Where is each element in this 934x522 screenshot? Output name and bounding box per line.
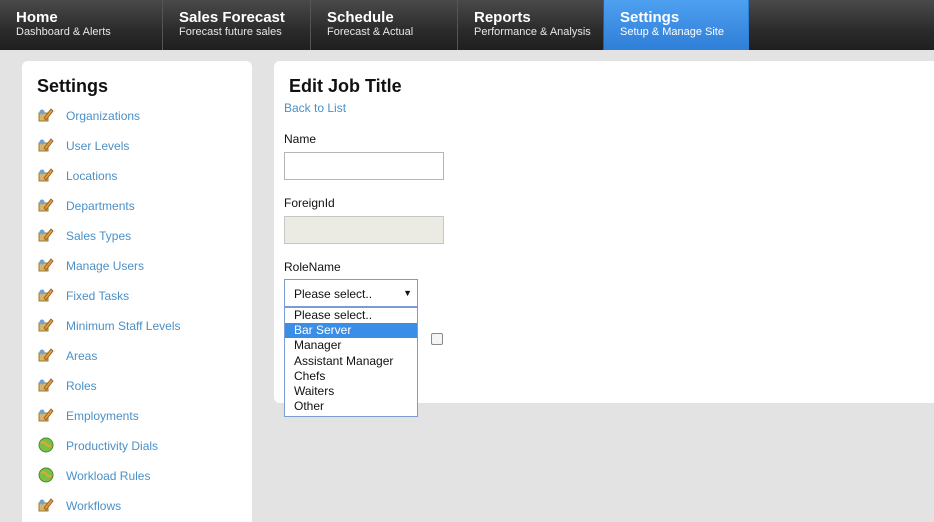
pencil-edit-icon — [38, 377, 56, 395]
pencil-edit-icon — [38, 287, 56, 305]
role-option[interactable]: Manager — [285, 338, 417, 353]
globe-icon — [38, 467, 56, 485]
sidebar-item-label: Sales Types — [66, 229, 132, 243]
role-option[interactable]: Other — [285, 399, 417, 414]
role-option[interactable]: Assistant Manager — [285, 354, 417, 369]
sidebar-item[interactable]: Productivity Dials — [38, 437, 238, 457]
sidebar-item[interactable]: Areas — [38, 347, 238, 367]
tab-reports-title: Reports — [474, 9, 531, 26]
sidebar-item-label: Employments — [66, 409, 139, 423]
tab-reports[interactable]: Reports Performance & Analysis — [458, 0, 604, 50]
top-nav: Home Dashboard & Alerts Sales Forecast F… — [0, 0, 934, 50]
pencil-edit-icon — [38, 347, 56, 365]
sidebar-item[interactable]: User Levels — [38, 137, 238, 157]
sidebar-item[interactable]: Sales Types — [38, 227, 238, 247]
sidebar-item[interactable]: Workload Rules — [38, 467, 238, 487]
sidebar-item-label: Departments — [66, 199, 135, 213]
role-option[interactable]: Chefs — [285, 369, 417, 384]
sidebar-item-label: Organizations — [66, 109, 141, 123]
pencil-edit-icon — [38, 227, 56, 245]
globe-icon — [38, 437, 56, 455]
pencil-edit-icon — [38, 407, 56, 425]
pencil-edit-icon — [38, 137, 56, 155]
sidebar-item[interactable]: Manage Users — [38, 257, 238, 277]
pencil-edit-icon — [38, 257, 56, 275]
pencil-edit-icon — [38, 107, 56, 125]
tab-sales-forecast[interactable]: Sales Forecast Forecast future sales — [163, 0, 311, 50]
back-to-list-link[interactable]: Back to List — [284, 101, 346, 115]
role-option[interactable]: Please select.. — [285, 308, 417, 323]
sidebar-item[interactable]: Locations — [38, 167, 238, 187]
sidebar-item-label: Minimum Staff Levels — [66, 319, 181, 333]
sidebar-item[interactable]: Fixed Tasks — [38, 287, 238, 307]
tab-home[interactable]: Home Dashboard & Alerts — [0, 0, 163, 50]
sidebar-item-label: Workflows — [66, 499, 122, 513]
sidebar-item-label: Fixed Tasks — [66, 289, 130, 303]
sidebar-item[interactable]: Organizations — [38, 107, 238, 127]
tab-sales-forecast-title: Sales Forecast — [179, 9, 285, 26]
role-option[interactable]: Waiters — [285, 384, 417, 399]
sidebar-item-label: Areas — [66, 349, 98, 363]
sidebar-item-label: Roles — [66, 379, 97, 393]
tab-schedule-title: Schedule — [327, 9, 394, 26]
sidebar-title: Settings — [37, 76, 109, 96]
pencil-edit-icon — [38, 197, 56, 215]
role-option[interactable]: Bar Server — [285, 323, 417, 339]
pencil-edit-icon — [38, 317, 56, 335]
tab-home-subtitle: Dashboard & Alerts — [16, 26, 111, 38]
sidebar-item[interactable]: Employments — [38, 407, 238, 427]
tab-schedule-subtitle: Forecast & Actual — [327, 26, 414, 38]
tab-settings-title: Settings — [620, 9, 680, 26]
foreignid-input — [284, 216, 444, 244]
sidebar-item-label: Locations — [66, 169, 118, 183]
tab-settings-subtitle: Setup & Manage Site — [620, 26, 724, 38]
tab-schedule[interactable]: Schedule Forecast & Actual — [311, 0, 458, 50]
sidebar-item-label: Productivity Dials — [66, 439, 159, 453]
sidebar-item[interactable]: Roles — [38, 377, 238, 397]
sidebar-item-label: User Levels — [66, 139, 130, 153]
sidebar-item-label: Manage Users — [66, 259, 145, 273]
tab-reports-subtitle: Performance & Analysis — [474, 26, 591, 38]
dropdown-arrow-icon: ▼ — [403, 288, 412, 298]
pencil-edit-icon — [38, 167, 56, 185]
sidebar-item[interactable]: Workflows — [38, 497, 238, 517]
sidebar-item-label: Workload Rules — [66, 469, 151, 483]
tab-sales-forecast-subtitle: Forecast future sales — [179, 26, 282, 38]
tab-home-title: Home — [16, 9, 58, 26]
rolename-selected-value: Please select.. — [294, 287, 373, 301]
checkbox[interactable] — [431, 333, 443, 345]
name-input[interactable] — [284, 152, 444, 180]
rolename-options-list: Please select.. Bar Server Manager Assistan… — [284, 307, 418, 417]
page-title: Edit Job Title — [289, 76, 402, 96]
foreignid-label: ForeignId — [284, 196, 335, 210]
rolename-select[interactable]: Please select.. ▼ — [284, 279, 418, 307]
sidebar-item[interactable]: Departments — [38, 197, 238, 217]
pencil-edit-icon — [38, 497, 56, 515]
settings-sidebar: Settings Organizations User Levels Locatio… — [22, 61, 252, 522]
tab-settings[interactable]: Settings Setup & Manage Site — [604, 0, 749, 50]
rolename-label: RoleName — [284, 260, 341, 274]
sidebar-item[interactable]: Minimum Staff Levels — [38, 317, 238, 337]
name-label: Name — [284, 132, 317, 146]
